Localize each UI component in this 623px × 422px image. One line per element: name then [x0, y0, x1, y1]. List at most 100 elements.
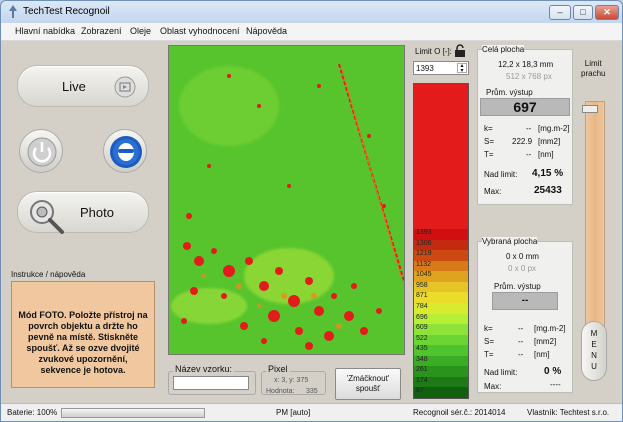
title-bar: TechTest Recognoil – □ ✕ — [1, 1, 622, 23]
app-window: TechTest Recognoil – □ ✕ Hlavní nabídka … — [0, 0, 623, 422]
limit-value: 1393 — [416, 64, 434, 73]
selected-max-value: ---- — [550, 380, 561, 389]
whole-t-label: T= — [484, 150, 494, 159]
whole-avg-label: Prům. výstup — [486, 88, 533, 97]
whole-size-mm: 12,2 x 18,3 mm — [498, 60, 554, 69]
color-scale-label: 958 — [414, 281, 468, 293]
color-scale-label: 1132 — [414, 260, 468, 272]
selected-size-px: 0 x 0 px — [508, 264, 537, 273]
power-button[interactable] — [19, 129, 63, 173]
menu-bar: Hlavní nabídka Zobrazení Oleje Oblast vy… — [1, 23, 622, 41]
power-icon — [27, 137, 57, 167]
color-scale-label: 522 — [414, 334, 468, 346]
sample-name-label: Název vzorku: — [173, 364, 235, 374]
color-scale-label: 784 — [414, 302, 468, 314]
mode-status: PM [auto] — [276, 408, 311, 417]
color-scale-label: 696 — [414, 313, 468, 325]
battery-bar — [61, 408, 205, 418]
limit-title: Limit O [-]: — [415, 47, 452, 56]
selected-size-mm: 0 x 0 mm — [506, 252, 539, 261]
whole-t-value: -- — [526, 150, 532, 159]
selected-over-label: Nad limit: — [484, 368, 518, 377]
instructions-title: Instrukce / nápověda — [11, 270, 86, 279]
serial-number: Recognoil sér.č.: 2014014 — [413, 408, 506, 417]
sample-name-group: Název vzorku: — [168, 364, 256, 395]
whole-max-value: 25433 — [534, 185, 562, 196]
menu-view[interactable]: Zobrazení — [81, 26, 122, 36]
selected-s-label: S= — [484, 337, 495, 346]
whole-t-unit: [nm] — [538, 150, 554, 159]
camera-view[interactable] — [168, 45, 405, 355]
sample-name-input[interactable] — [173, 376, 249, 390]
maximize-button[interactable]: □ — [573, 5, 593, 20]
selected-t-unit: [nm] — [534, 350, 550, 359]
minimize-button[interactable]: – — [549, 5, 571, 20]
menu-button[interactable]: M E N U — [581, 321, 607, 381]
main-area: Live Photo Instrukce / nápověda Mód FOTO… — [1, 41, 622, 403]
whole-area-title: Celá plocha — [482, 45, 525, 54]
selected-area-panel: Vybraná plocha 0 x 0 mm 0 x 0 px Prům. v… — [477, 237, 573, 393]
close-button[interactable]: ✕ — [595, 5, 619, 20]
menu-help[interactable]: Nápověda — [246, 26, 287, 36]
color-scale-label: 174 — [414, 376, 468, 388]
color-scale-label: 87 — [414, 387, 468, 398]
color-scale-top — [414, 84, 468, 229]
selected-k-unit: [mg.m-2] — [534, 324, 566, 333]
safety-button[interactable] — [103, 129, 147, 173]
whole-over-label: Nad limit: — [484, 170, 518, 179]
color-scale-label: 435 — [414, 345, 468, 356]
app-icon — [9, 5, 17, 18]
pixel-title: Pixel — [266, 364, 290, 374]
live-button[interactable]: Live — [17, 65, 149, 107]
whole-k-unit: [mg.m-2] — [538, 124, 570, 133]
color-scale: 1393 1306 1219 1132 1045 958 871 784 696 609 522 43… — [413, 83, 469, 399]
selected-avg-label: Prům. výstup — [494, 282, 541, 291]
photo-label: Photo — [80, 205, 114, 220]
whole-s-unit: [mm2] — [538, 137, 561, 146]
battery-label: Baterie: 100% — [7, 408, 58, 417]
limit-spinner[interactable]: ▴ ▾ — [457, 63, 467, 74]
color-scale-label: 609 — [414, 324, 468, 335]
pixel-value-label: Hodnota: — [266, 388, 295, 395]
selected-avg-value: -- — [492, 292, 558, 310]
color-scale-label: 1306 — [414, 239, 468, 251]
whole-s-value: 222.9 — [512, 137, 533, 146]
selected-max-label: Max: — [484, 382, 502, 391]
photo-button[interactable]: Photo — [17, 191, 149, 234]
whole-k-value: -- — [526, 124, 532, 133]
video-icon — [114, 76, 136, 98]
color-scale-label: 261 — [414, 366, 468, 377]
safety-mask-icon — [110, 136, 142, 168]
whole-over-value: 4,15 % — [532, 168, 564, 179]
trigger-button[interactable]: 'Zmáčknout' spoušť — [335, 368, 401, 400]
limit-input[interactable]: 1393 ▴ ▾ — [413, 61, 469, 75]
camera-aperture-icon — [30, 200, 64, 234]
oil-heatmap-image — [169, 46, 404, 354]
window-title: TechTest Recognoil — [23, 6, 110, 17]
selected-s-unit: [mm2] — [534, 337, 557, 346]
dust-limit-title: Limit prachu — [581, 59, 606, 78]
color-scale-label: 1219 — [414, 250, 468, 261]
menu-oils[interactable]: Oleje — [130, 26, 151, 36]
color-scale-label: 1045 — [414, 271, 468, 282]
owner: Vlastník: Techtest s.r.o. — [527, 408, 610, 417]
status-bar: Baterie: 100% PM [auto] Recognoil sér.č.… — [1, 403, 622, 421]
whole-max-label: Max: — [484, 187, 502, 196]
whole-k-label: k= — [484, 124, 493, 133]
menu-evaluation-area[interactable]: Oblast vyhodnocení — [160, 26, 240, 36]
whole-s-label: S= — [484, 137, 495, 146]
dust-limit-slider-thumb[interactable] — [582, 104, 598, 113]
lock-icon[interactable] — [453, 44, 467, 58]
selected-area-title: Vybraná plocha — [482, 237, 538, 246]
selected-t-value: -- — [518, 350, 524, 359]
pixel-group: Pixel x: 3, y: 375 Hodnota: 335 — [261, 364, 326, 395]
whole-size-px: 512 x 768 px — [506, 72, 552, 81]
color-scale-label: 871 — [414, 292, 468, 303]
menu-main[interactable]: Hlavní nabídka — [15, 26, 75, 36]
selected-k-value: -- — [518, 324, 524, 333]
instructions-text: Mód FOTO. Položte přístroj na povrch obj… — [18, 310, 148, 375]
selected-s-value: -- — [518, 337, 524, 346]
color-scale-label: 348 — [414, 355, 468, 367]
selected-t-label: T= — [484, 350, 494, 359]
pixel-coords: x: 3, y: 375 — [274, 377, 309, 384]
